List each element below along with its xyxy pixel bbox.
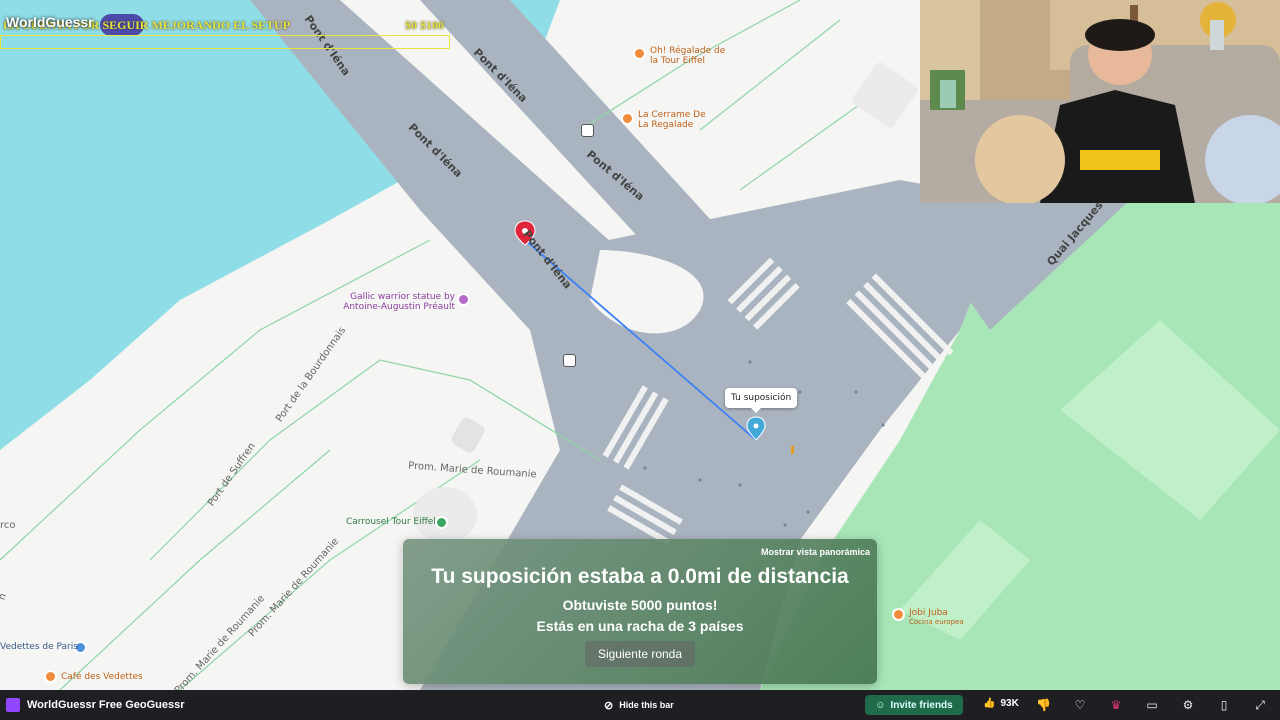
guess-tooltip: Tu suposición: [725, 388, 798, 413]
crown-icon[interactable]: ♛: [1109, 698, 1123, 712]
next-round-button[interactable]: Siguiente ronda: [585, 641, 695, 667]
restaurant-icon[interactable]: [633, 47, 646, 60]
invite-friends-label: Invite friends: [890, 699, 953, 711]
stream-overlay: LA CUENTA POR SEGUIR MEJORANDO EL SETUP …: [0, 6, 460, 36]
restaurant-icon[interactable]: [44, 670, 57, 683]
thumbs-down-icon[interactable]: 👎: [1036, 698, 1051, 712]
result-points: Obtuviste 5000 puntos!: [562, 597, 718, 613]
restaurant-icon[interactable]: [621, 112, 634, 125]
monument-icon[interactable]: [457, 293, 470, 306]
poi-gallic-warrior[interactable]: Gallic warrior statue by Antoine-Augusti…: [330, 292, 455, 313]
user-plus-icon: ☺: [875, 699, 886, 711]
attraction-icon[interactable]: [435, 516, 448, 529]
show-panorama-link[interactable]: Mostrar vista panorámica: [761, 547, 870, 557]
restaurant-icon[interactable]: [892, 608, 905, 621]
hide-bar-label: Hide this bar: [619, 700, 674, 710]
heart-icon[interactable]: ♡: [1073, 698, 1087, 712]
overlay-goal: $0 $100: [405, 18, 444, 32]
bus-stop-icon[interactable]: [563, 354, 576, 367]
eye-slash-icon: ⊘: [604, 699, 614, 712]
poi-regalade[interactable]: Oh! Régalade de la Tour Eiffel: [650, 46, 730, 67]
result-streak: Estás en una racha de 3 países: [536, 618, 744, 634]
goal-progress-bar: [0, 35, 450, 49]
like-button[interactable]: 👍 93K: [983, 698, 1019, 709]
twitch-logo-icon: [6, 698, 20, 712]
poi-cafe-vedettes[interactable]: Café des Vedettes: [61, 672, 143, 682]
webcam-feed: [920, 0, 1280, 203]
overlay-brand: WorldGuessr: [6, 14, 94, 30]
like-count: 93K: [1000, 698, 1019, 709]
round-result-panel: Mostrar vista panorámica Tu suposición e…: [403, 539, 877, 684]
poi-jobi-juba-category: Cocina europea: [909, 618, 964, 626]
street-label-arco: rco: [0, 520, 16, 531]
thumbs-up-icon: 👍: [983, 698, 996, 709]
fullscreen-icon[interactable]: ⤢: [1253, 698, 1267, 712]
poi-cerrame[interactable]: La Cerrame De La Regalade: [638, 110, 718, 131]
poi-vedettes-paris[interactable]: Vedettes de Paris: [0, 643, 78, 652]
theatre-mode-icon[interactable]: ▯: [1217, 698, 1231, 712]
invite-friends-button[interactable]: ☺ Invite friends: [865, 695, 963, 715]
result-distance-title: Tu suposición estaba a 0.0mi de distanci…: [431, 565, 849, 588]
poi-carrousel[interactable]: Carrousel Tour Eiffel: [346, 518, 436, 527]
poi-jobi-juba[interactable]: Jobi Juba: [909, 608, 948, 618]
settings-icon[interactable]: ⚙: [1181, 698, 1195, 712]
hide-bar-button[interactable]: ⊘ Hide this bar: [604, 697, 674, 713]
bus-stop-icon[interactable]: [581, 124, 594, 137]
twitch-extension-bar: WorldGuessr Free GeoGuessr ⊘ Hide this b…: [0, 690, 1280, 720]
stream-title: WorldGuessr Free GeoGuessr: [27, 699, 185, 711]
chat-icon[interactable]: ▭: [1145, 698, 1159, 712]
